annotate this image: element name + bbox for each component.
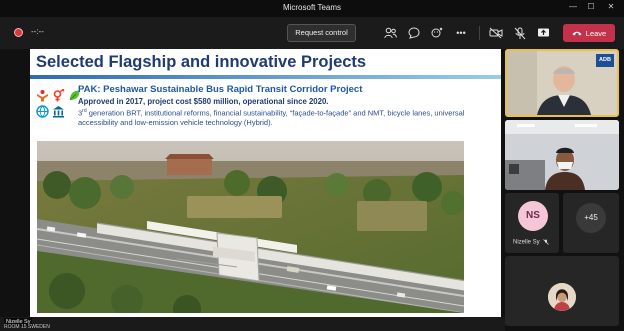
room-name-label: ROOM 15 SWEDEN xyxy=(4,324,50,330)
maximize-button[interactable]: ☐ xyxy=(584,2,598,11)
more-participants-count: +45 xyxy=(576,203,606,233)
mic-off-icon[interactable] xyxy=(513,26,527,40)
institution-icon xyxy=(52,105,65,118)
muted-mic-icon xyxy=(543,239,550,245)
meeting-toolbar: --:-- Request control ••• Leave xyxy=(0,17,624,49)
avatar-initials: NS xyxy=(518,201,548,231)
participant-video-2[interactable] xyxy=(505,120,619,190)
adb-logo-badge: ADB xyxy=(596,54,614,67)
chat-icon[interactable] xyxy=(407,26,421,40)
globe-icon xyxy=(36,105,49,118)
meeting-timer: --:-- xyxy=(31,27,44,36)
reactions-icon[interactable] xyxy=(430,26,444,40)
participants-icon[interactable] xyxy=(383,26,397,40)
phone-hangup-icon xyxy=(572,31,582,36)
gender-equality-icon xyxy=(52,89,65,102)
people-icon xyxy=(36,89,49,102)
recording-icon xyxy=(14,28,23,37)
camera-off-icon[interactable] xyxy=(489,26,503,40)
close-window-button[interactable]: ✕ xyxy=(604,2,618,11)
sdg-icon-row-top xyxy=(36,89,81,102)
shared-slide: Selected Flagship and innovative Project… xyxy=(30,49,501,317)
toolbar-divider xyxy=(479,26,480,40)
avatar-photo-illustration xyxy=(548,283,576,311)
share-screen-icon[interactable] xyxy=(536,26,550,40)
title-bar: Microsoft Teams — ☐ ✕ xyxy=(0,0,624,17)
project-title: PAK: Peshawar Sustainable Bus Rapid Tran… xyxy=(78,84,363,95)
project-description: 3rd generation BRT, institutional reform… xyxy=(78,107,488,128)
brt-aerial-photo xyxy=(37,141,464,313)
slide-title: Selected Flagship and innovative Project… xyxy=(36,53,367,71)
leave-label: Leave xyxy=(585,28,607,38)
more-participants-tile[interactable]: +45 xyxy=(563,193,619,253)
participant-name-text: Nizelle Sy xyxy=(513,239,540,246)
participant-name: Nizelle Sy xyxy=(513,239,550,246)
participant-video-illustration xyxy=(505,120,619,190)
participant-tile-nizelle-sy[interactable]: NS Nizelle Sy xyxy=(505,193,559,253)
participant-video-speaker[interactable]: ADB xyxy=(505,49,619,117)
window-title: Microsoft Teams xyxy=(282,3,342,12)
brt-aerial-illustration xyxy=(37,141,464,313)
minimize-button[interactable]: — xyxy=(566,2,580,11)
description-text: generation BRT, institutional reforms, f… xyxy=(78,108,465,128)
slide-title-rule xyxy=(30,75,501,79)
more-options-icon[interactable]: ••• xyxy=(454,26,468,40)
sdg-icon-row-bottom xyxy=(36,105,65,118)
request-control-button[interactable]: Request control xyxy=(287,24,356,42)
participant-tile-avatar[interactable] xyxy=(505,256,619,326)
stage-bottom-strip xyxy=(0,317,505,331)
leave-button[interactable]: Leave xyxy=(563,24,615,42)
avatar xyxy=(548,283,576,311)
project-approval-line: Approved in 2017, project cost $580 mill… xyxy=(78,97,329,106)
